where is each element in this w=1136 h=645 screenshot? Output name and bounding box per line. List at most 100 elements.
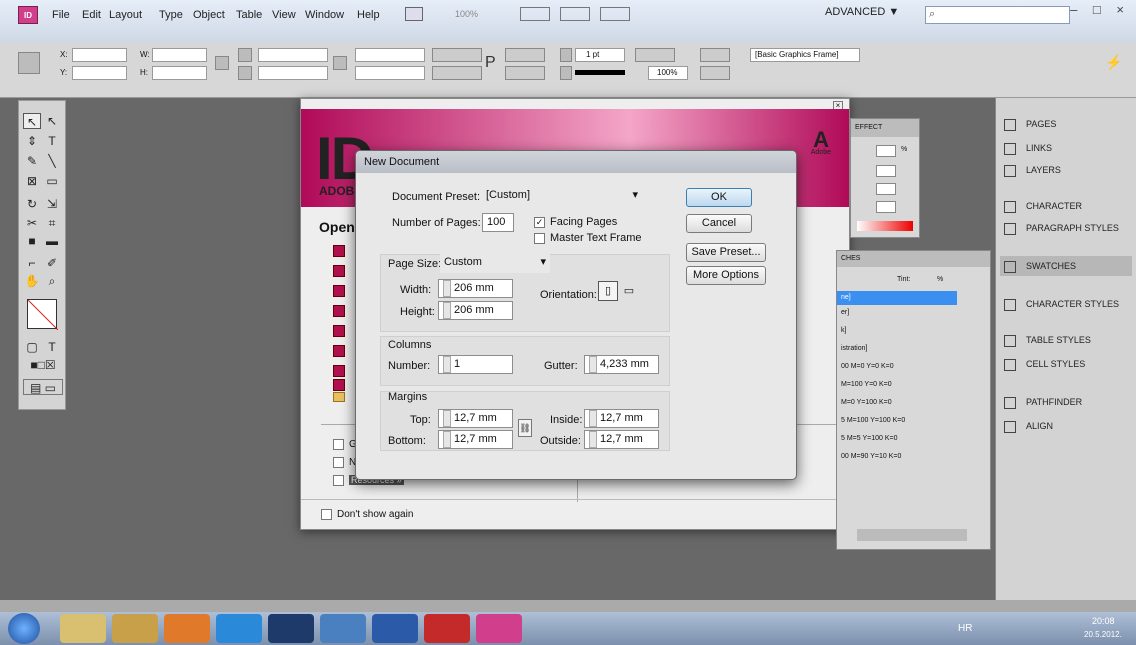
- start-button-icon[interactable]: [8, 613, 40, 644]
- swatch-row[interactable]: 00 M=90 Y=10 K=0: [841, 453, 901, 460]
- recent-file-icon[interactable]: [333, 245, 345, 257]
- x-field[interactable]: [72, 48, 127, 62]
- recent-file-icon[interactable]: [333, 325, 345, 337]
- swatch-row[interactable]: istration]: [841, 345, 867, 352]
- arrange-documents-icon[interactable]: [600, 7, 630, 21]
- clock-time[interactable]: 20:08: [1092, 616, 1115, 626]
- recent-file-icon[interactable]: [333, 345, 345, 357]
- recent-file-icon[interactable]: [333, 285, 345, 297]
- scale-tool-icon[interactable]: ⇲: [43, 196, 61, 212]
- swatch-row[interactable]: er]: [841, 309, 849, 316]
- splash-link-icon[interactable]: [333, 457, 344, 468]
- top-margin-input[interactable]: 12,7 mm: [438, 409, 513, 428]
- rotate-tool-icon[interactable]: ↻: [23, 196, 41, 212]
- dont-show-checkbox[interactable]: [321, 509, 332, 520]
- facing-pages-checkbox[interactable]: ✓: [534, 217, 545, 228]
- panel-cell-styles[interactable]: CELL STYLES: [1004, 354, 1085, 374]
- view-mode-icon[interactable]: ▤ ▭: [23, 379, 63, 395]
- swatches-footer-buttons[interactable]: [857, 529, 967, 541]
- rectangle-frame-tool-icon[interactable]: ⊠: [23, 173, 41, 189]
- menu-help[interactable]: Help: [357, 9, 380, 21]
- formatting-text-icon[interactable]: T: [43, 339, 61, 355]
- chain-link-icon[interactable]: ⛓: [518, 419, 532, 437]
- menu-file[interactable]: File: [52, 9, 70, 21]
- ok-button[interactable]: OK: [686, 188, 752, 207]
- menu-layout[interactable]: Layout: [109, 9, 142, 21]
- preset-select[interactable]: [Custom] ▾: [482, 187, 642, 206]
- object-style-select[interactable]: [Basic Graphics Frame]: [750, 48, 860, 62]
- bottom-margin-input[interactable]: 12,7 mm: [438, 430, 513, 449]
- swatch-row[interactable]: 5 M=100 Y=100 K=0: [841, 417, 905, 424]
- type-tool-icon[interactable]: T: [43, 133, 61, 149]
- zoom-tool-icon[interactable]: ⌕: [43, 273, 61, 289]
- fx-buttons[interactable]: [635, 48, 675, 62]
- lightning-icon[interactable]: ⚡: [1105, 54, 1122, 71]
- stroke-weight-field[interactable]: 1 pt: [575, 48, 625, 62]
- selection-tool-icon[interactable]: ↖: [23, 113, 41, 129]
- rotation-field[interactable]: [355, 48, 425, 62]
- top-spinner[interactable]: [443, 410, 451, 427]
- master-text-frame-checkbox[interactable]: [534, 233, 545, 244]
- clock-date[interactable]: 20.5.2012.: [1084, 630, 1122, 639]
- fill-stroke-icon[interactable]: [27, 299, 58, 330]
- menu-table[interactable]: Table: [236, 9, 262, 21]
- h-field[interactable]: [152, 66, 207, 80]
- panel-align[interactable]: ALIGN: [1004, 416, 1053, 436]
- effects-field[interactable]: [876, 145, 896, 157]
- flip-buttons[interactable]: [432, 66, 482, 80]
- recent-file-icon[interactable]: [333, 305, 345, 317]
- zoom-level[interactable]: 100%: [455, 9, 478, 19]
- y-field[interactable]: [72, 66, 127, 80]
- more-options-button[interactable]: More Options: [686, 266, 766, 285]
- menu-edit[interactable]: Edit: [82, 9, 101, 21]
- wrap-buttons[interactable]: [700, 48, 730, 62]
- landscape-orientation-icon[interactable]: ▭: [622, 284, 636, 298]
- swatch-row[interactable]: 00 M=0 Y=0 K=0: [841, 363, 894, 370]
- taskbar-firefox-icon[interactable]: [164, 614, 210, 643]
- scale-y-icon[interactable]: [238, 66, 252, 80]
- hand-tool-icon[interactable]: ✋: [23, 273, 41, 289]
- apply-color-icon[interactable]: ■□☒: [23, 357, 63, 373]
- inside-margin-input[interactable]: 12,7 mm: [584, 409, 659, 428]
- taskbar-skype-icon[interactable]: [216, 614, 262, 643]
- color-ramp[interactable]: [857, 221, 913, 231]
- splash-link-icon[interactable]: [333, 475, 344, 486]
- panel-swatches[interactable]: SWATCHES: [1000, 256, 1132, 276]
- window-controls[interactable]: – □ ×: [1060, 2, 1130, 22]
- formatting-container-icon[interactable]: ▢: [23, 339, 41, 355]
- swatch-row[interactable]: 5 M=5 Y=100 K=0: [841, 435, 898, 442]
- direct-selection-tool-icon[interactable]: ↖: [43, 113, 61, 129]
- cancel-button[interactable]: Cancel: [686, 214, 752, 233]
- number-spinner[interactable]: [443, 356, 451, 373]
- reference-point-icon[interactable]: [18, 52, 40, 74]
- menu-view[interactable]: View: [272, 9, 296, 21]
- language-indicator[interactable]: HR: [958, 623, 972, 634]
- recent-file-icon[interactable]: [333, 265, 345, 277]
- taskbar-explorer-icon[interactable]: [60, 614, 106, 643]
- pen-tool-icon[interactable]: ✎: [23, 153, 41, 169]
- recent-file-icon[interactable]: [333, 379, 345, 391]
- inside-spinner[interactable]: [589, 410, 597, 427]
- stroke-type-selector[interactable]: [575, 70, 625, 75]
- rectangle-tool-icon[interactable]: ▭: [43, 173, 61, 189]
- stroke-icon[interactable]: [560, 66, 572, 80]
- workspace-switcher[interactable]: ADVANCED ▼: [825, 6, 915, 24]
- outside-margin-input[interactable]: 12,7 mm: [584, 430, 659, 449]
- taskbar-word-icon[interactable]: [372, 614, 418, 643]
- page-tool-icon[interactable]: ⇕: [23, 133, 41, 149]
- taskbar-indesign-icon[interactable]: [476, 614, 522, 643]
- free-transform-tool-icon[interactable]: ⌗: [43, 215, 61, 231]
- height-spinner[interactable]: [443, 302, 451, 319]
- constrain-scale-icon[interactable]: [333, 56, 347, 70]
- page-size-select[interactable]: Custom ▾: [440, 254, 550, 273]
- w-field[interactable]: [152, 48, 207, 62]
- search-input[interactable]: ⌕: [925, 6, 1070, 24]
- effects-tab[interactable]: EFFECT: [851, 119, 919, 137]
- save-preset-button[interactable]: Save Preset...: [686, 243, 766, 262]
- screen-mode-icon[interactable]: [560, 7, 590, 21]
- outside-spinner[interactable]: [589, 431, 597, 448]
- scale-x-icon[interactable]: [238, 48, 252, 62]
- taskbar-app-icon[interactable]: [320, 614, 366, 643]
- fill-icon[interactable]: [560, 48, 572, 62]
- open-folder-icon[interactable]: [333, 392, 345, 402]
